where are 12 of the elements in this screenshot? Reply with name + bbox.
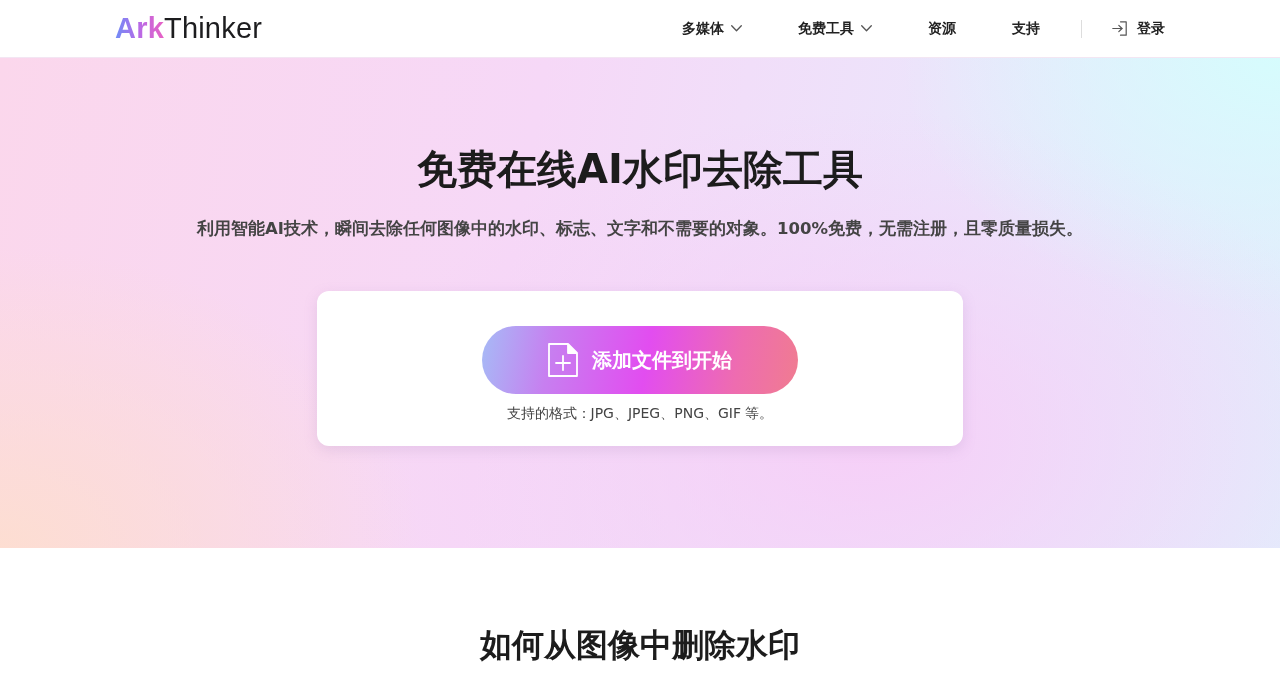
- supported-formats-text: 支持的格式：JPG、JPEG、PNG、GIF 等。: [505, 403, 775, 423]
- nav-link[interactable]: 资源: [928, 18, 956, 39]
- nav-link[interactable]: 支持: [1012, 18, 1040, 39]
- login-link[interactable]: 登录: [1112, 18, 1165, 39]
- logo-link[interactable]: ArkThinker: [115, 14, 263, 43]
- nav-menu[interactable]: 免费工具: [798, 18, 872, 39]
- section-heading: 如何从图像中删除水印: [478, 626, 801, 665]
- login-icon: [1112, 21, 1127, 36]
- file-plus-icon: [548, 342, 578, 377]
- hero-subtitle: 利用智能AI技术，瞬间去除任何图像中的水印、标志、文字和不需要的对象。100%免费，无需注册，且零质量损失。: [195, 218, 1084, 240]
- nav-menu[interactable]: 多媒体: [682, 18, 742, 39]
- hero-title: 免费在线AI水印去除工具: [416, 146, 864, 192]
